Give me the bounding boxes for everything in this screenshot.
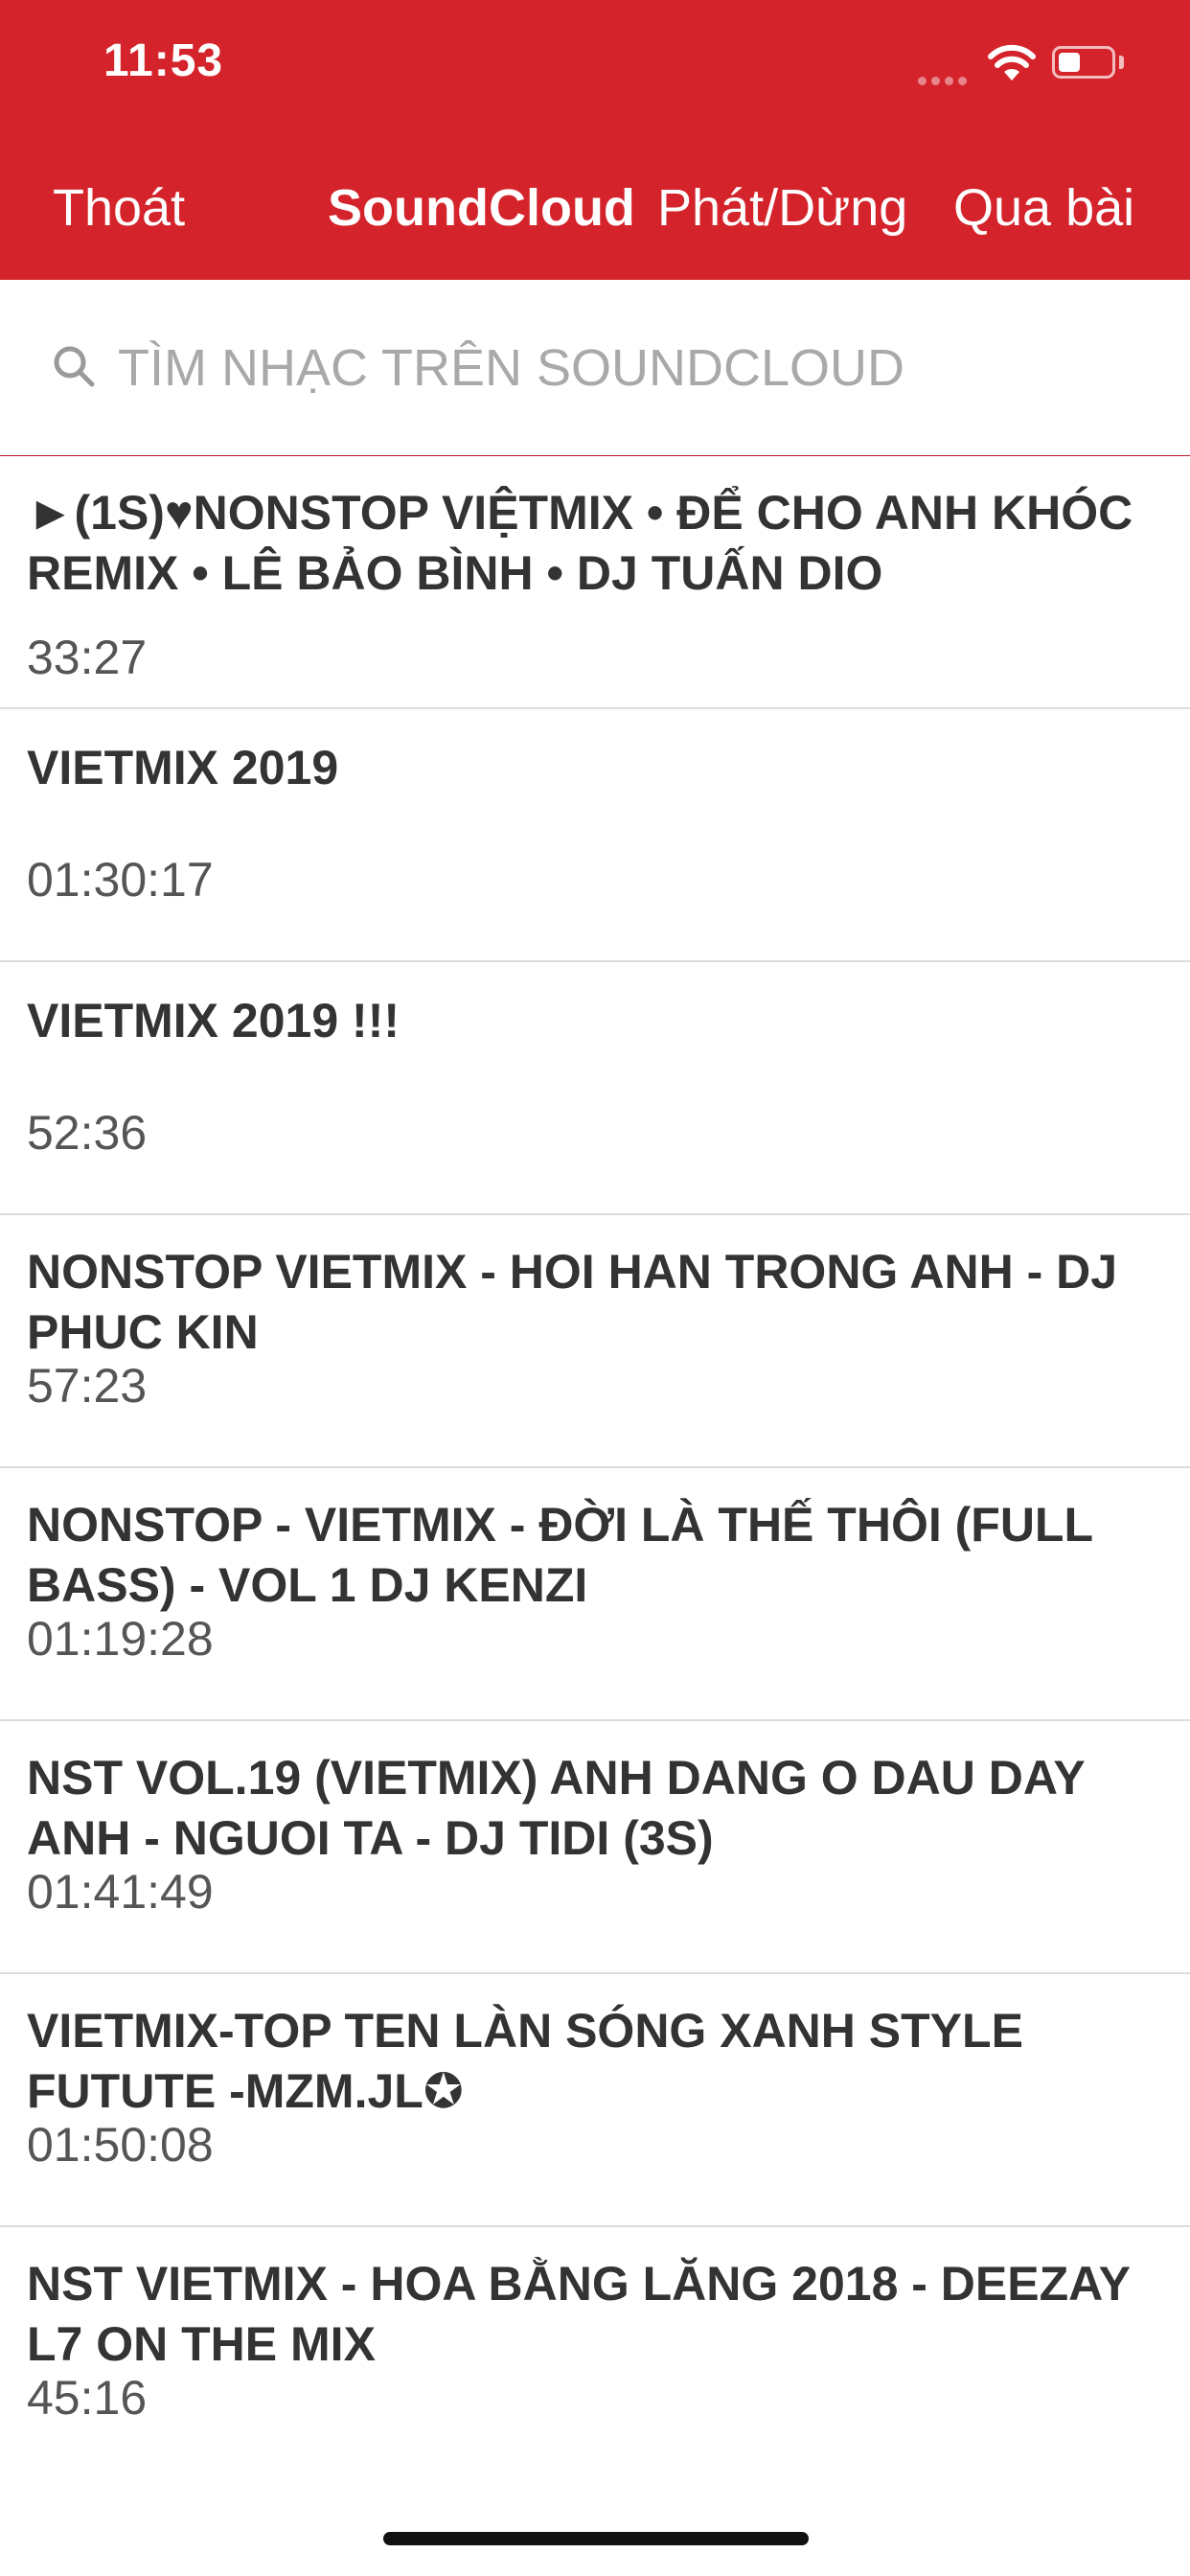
wifi-icon (988, 44, 1036, 80)
track-duration: 01:41:49 (27, 1865, 214, 1919)
track-duration: 57:23 (27, 1359, 148, 1413)
track-row[interactable]: VIETMIX 2019 !!! 52:36 (0, 962, 1190, 1215)
track-duration: 01:19:28 (27, 1612, 214, 1666)
search-bar[interactable] (26, 310, 1164, 426)
app-header: 11:53 Thoát SoundCloud Phát/Dừng Qua bài (0, 0, 1190, 426)
track-title: NONSTOP VIETMIX - HOI HAN TRONG ANH - DJ… (27, 1245, 1118, 1359)
track-title: NST VOL.19 (VIETMIX) ANH DANG O DAU DAY … (27, 1751, 1085, 1865)
track-row[interactable]: NST VIETMIX - HOA BẰNG LĂNG 2018 - DEEZA… (0, 2227, 1190, 2480)
track-title: NST VIETMIX - HOA BẰNG LĂNG 2018 - DEEZA… (27, 2257, 1131, 2371)
play-pause-button[interactable]: Phát/Dừng (657, 178, 907, 238)
battery-icon (1052, 46, 1115, 79)
track-title: ►(1S)♥NONSTOP VIỆTMIX • ĐỂ CHO ANH KHÓC … (27, 486, 1133, 600)
track-list: ►(1S)♥NONSTOP VIỆTMIX • ĐỂ CHO ANH KHÓC … (0, 456, 1190, 2480)
track-title: VIETMIX-TOP TEN LÀN SÓNG XANH STYLE FUTU… (27, 2004, 1023, 2118)
status-time: 11:53 (103, 35, 224, 86)
track-title: NONSTOP - VIETMIX - ĐỜI LÀ THẾ THÔI (FUL… (27, 1498, 1093, 1612)
next-track-button[interactable]: Qua bài (953, 178, 1134, 238)
signal-icon (918, 73, 972, 90)
track-row[interactable]: NONSTOP - VIETMIX - ĐỜI LÀ THẾ THÔI (FUL… (0, 1468, 1190, 1721)
track-duration: 45:16 (27, 2371, 148, 2425)
page-title: SoundCloud (328, 179, 635, 237)
battery-tip (1119, 56, 1124, 69)
track-duration: 33:27 (27, 631, 148, 684)
track-row[interactable]: ►(1S)♥NONSTOP VIỆTMIX • ĐỂ CHO ANH KHÓC … (0, 456, 1190, 709)
home-indicator[interactable] (383, 2532, 809, 2545)
search-input[interactable] (118, 310, 1133, 426)
track-duration: 01:30:17 (27, 853, 214, 907)
exit-button[interactable]: Thoát (53, 178, 185, 238)
track-title: VIETMIX 2019 !!! (27, 994, 400, 1047)
track-duration: 01:50:08 (27, 2118, 214, 2172)
track-row[interactable]: VIETMIX-TOP TEN LÀN SÓNG XANH STYLE FUTU… (0, 1974, 1190, 2227)
track-title: VIETMIX 2019 (27, 741, 339, 794)
track-row[interactable]: NST VOL.19 (VIETMIX) ANH DANG O DAU DAY … (0, 1721, 1190, 1974)
track-duration: 52:36 (27, 1106, 148, 1160)
search-icon (54, 346, 95, 387)
track-row[interactable]: VIETMIX 2019 01:30:17 (0, 709, 1190, 962)
track-row[interactable]: NONSTOP VIETMIX - HOI HAN TRONG ANH - DJ… (0, 1215, 1190, 1468)
